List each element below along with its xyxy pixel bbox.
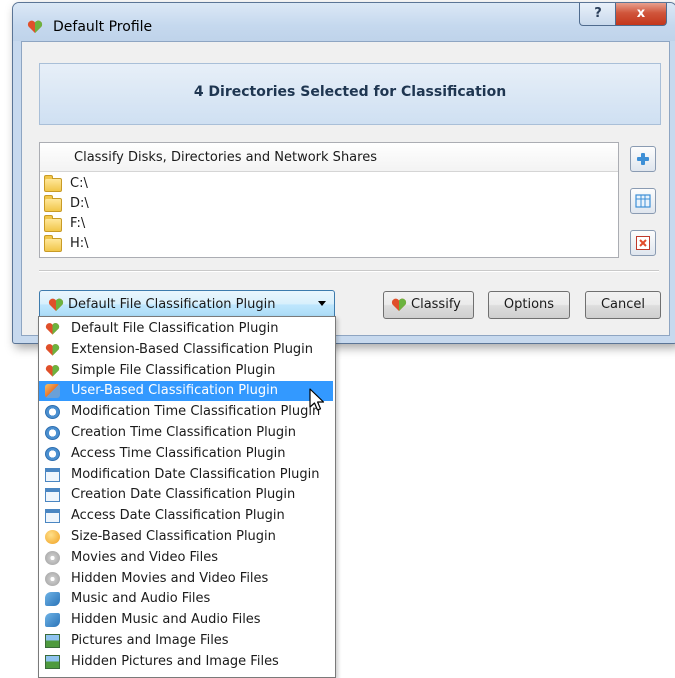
title-bar[interactable]: Default Profile ? x [13,3,675,41]
cancel-label: Cancel [600,297,646,312]
heart-icon [391,298,407,311]
calendar-icon [45,467,60,482]
chevron-down-icon [318,301,326,306]
directory-list-header[interactable]: Classify Disks, Directories and Network … [40,143,618,172]
dropdown-item[interactable]: Pictures and Image Files [39,631,333,651]
dropdown-item[interactable]: Access Date Classification Plugin [39,506,333,526]
app-heart-icon [27,20,43,33]
dropdown-item-label: Movies and Video Files [71,549,219,565]
dropdown-item[interactable]: Modification Time Classification Plugin [39,402,333,422]
banner-text: 4 Directories Selected for Classificatio… [193,84,507,100]
cancel-button[interactable]: Cancel [585,291,661,319]
dropdown-item[interactable]: Simple File Classification Plugin [39,361,333,381]
picture-icon [45,634,60,648]
selection-banner: 4 Directories Selected for Classificatio… [39,63,661,125]
disc-icon [45,571,60,586]
window-title: Default Profile [53,19,153,35]
dropdown-item[interactable]: Creation Date Classification Plugin [39,485,333,505]
dropdown-item[interactable]: User-Based Classification Plugin [39,381,333,402]
close-button[interactable]: x [615,3,667,26]
user-icon [45,384,60,399]
dropdown-item-label: Modification Date Classification Plugin [71,466,320,482]
clock-icon [45,446,60,461]
dropdown-item[interactable]: Movies and Video Files [39,548,333,568]
folder-icon [44,195,62,212]
box-icon [45,530,60,544]
dropdown-item[interactable]: Hidden Movies and Video Files [39,569,333,589]
dropdown-item-label: Hidden Music and Audio Files [71,612,261,628]
directory-label: D:\ [70,196,89,211]
clock-icon [45,405,60,420]
dropdown-item-label: Hidden Movies and Video Files [71,570,269,586]
clock-icon [45,426,60,440]
music-icon [45,613,60,628]
dropdown-item-label: Pictures and Image Files [71,633,229,648]
dropdown-item-label: Access Date Classification Plugin [71,508,285,524]
help-button[interactable]: ? [579,3,617,26]
folder-icon [44,215,62,232]
disc-icon [45,550,60,565]
remove-directory-button[interactable] [630,230,656,256]
heart-icon [45,343,60,356]
dropdown-item-label: Simple File Classification Plugin [71,362,276,378]
dropdown-item-label: Modification Time Classification Plugin [71,404,321,420]
dropdown-item-label: User-Based Classification Plugin [71,383,279,399]
mouse-cursor-icon [309,388,325,411]
dropdown-item-label: Default File Classification Plugin [71,321,279,336]
directory-label: C:\ [70,176,88,191]
grid-icon [635,194,651,208]
music-icon [45,592,60,607]
dropdown-item[interactable]: Size-Based Classification Plugin [39,527,333,547]
heart-icon [45,323,60,335]
dropdown-item-label: Creation Time Classification Plugin [71,425,297,440]
picture-icon [45,654,60,669]
classify-label: Classify [411,297,461,312]
dropdown-item[interactable]: Hidden Music and Audio Files [39,610,333,630]
plugin-select-value: Default File Classification Plugin [68,297,276,312]
separator [39,270,659,272]
directory-list-header-label: Classify Disks, Directories and Network … [74,150,377,165]
dropdown-item[interactable]: Music and Audio Files [39,589,333,609]
classify-button[interactable]: Classify [383,291,474,319]
dropdown-item-label: Access Time Classification Plugin [71,445,286,461]
dropdown-item[interactable]: Default File Classification Plugin [39,319,333,339]
plus-icon [637,153,649,165]
heart-icon [45,364,60,377]
dropdown-item-label: Hidden Pictures and Image Files [71,653,279,669]
dropdown-item[interactable]: Creation Time Classification Plugin [39,423,333,443]
dropdown-item-label: Extension-Based Classification Plugin [71,341,314,357]
help-icon: ? [594,6,602,21]
add-directory-button[interactable] [630,146,656,172]
browse-directory-button[interactable] [630,188,656,214]
folder-icon [44,175,62,192]
dropdown-item-label: Music and Audio Files [71,591,211,607]
directory-list[interactable]: Classify Disks, Directories and Network … [39,142,619,258]
dialog-body: 4 Directories Selected for Classificatio… [21,41,670,336]
dropdown-item[interactable]: Modification Date Classification Plugin [39,465,333,485]
dropdown-item[interactable]: Access Time Classification Plugin [39,444,333,464]
plugin-dropdown-list[interactable]: Default File Classification Plugin Extens… [38,316,336,678]
dropdown-item[interactable]: Extension-Based Classification Plugin [39,340,333,360]
heart-icon [48,298,64,311]
profile-dialog: Default Profile ? x 4 Directories Select… [12,2,675,344]
dropdown-item-label: Creation Date Classification Plugin [71,487,296,503]
dropdown-item[interactable]: Hidden Pictures and Image Files [39,652,333,672]
dropdown-item-label: Size-Based Classification Plugin [71,529,276,544]
directory-label: H:\ [70,236,89,251]
folder-icon [44,235,62,252]
directory-label: F:\ [70,216,86,231]
calendar-icon [45,488,60,503]
calendar-icon [45,509,60,524]
options-button[interactable]: Options [488,291,570,319]
close-icon: x [636,6,646,21]
remove-icon [636,236,650,250]
options-label: Options [503,297,555,312]
